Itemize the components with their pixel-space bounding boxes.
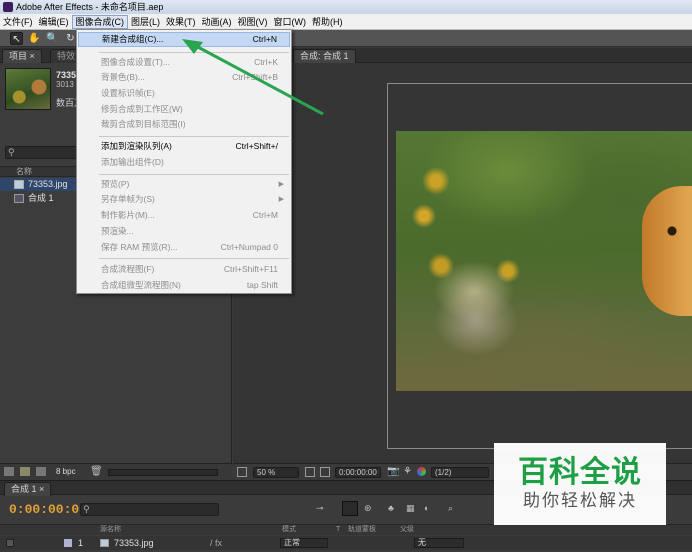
menu-layer[interactable]: 图层(L) [128, 15, 163, 29]
new-folder-icon[interactable] [20, 467, 30, 476]
video-visibility-icon[interactable] [6, 539, 14, 547]
timeline-column-header: 源名称 模式 T 轨道蒙板 父级 [0, 524, 692, 535]
watermark-subtitle: 助你轻松解决 [523, 491, 637, 510]
menu-item-save-frame-as[interactable]: 另存单帧为(S) ▶ [78, 192, 290, 207]
resolution-select[interactable]: (1/2) [431, 467, 489, 478]
image-file-icon [14, 180, 24, 189]
menu-effect[interactable]: 效果(T) [163, 15, 199, 29]
new-composition-icon[interactable] [36, 467, 46, 476]
channel-icon[interactable] [417, 467, 426, 476]
menu-item-add-to-render-queue[interactable]: 添加到渲染队列(A) Ctrl+Shift+/ [78, 139, 290, 154]
selected-item-meta: 3013 [56, 80, 74, 89]
menu-help[interactable]: 帮助(H) [309, 15, 346, 29]
watermark-title: 百科全说 [518, 456, 642, 489]
menu-item-make-movie[interactable]: 制作影片(M)... Ctrl+M [78, 208, 290, 223]
menu-item-composition-settings[interactable]: 图像合成设置(T)... Ctrl+K [78, 55, 290, 70]
menu-item-composition-flowchart[interactable]: 合成流程图(F) Ctrl+Shift+F11 [78, 262, 290, 277]
menu-file[interactable]: 文件(F) [0, 15, 36, 29]
zoom-select[interactable]: 50 % [253, 467, 299, 478]
image-file-icon [100, 539, 109, 547]
fit-region-icon[interactable] [305, 467, 315, 477]
interpret-footage-icon[interactable] [4, 467, 14, 476]
composition-viewer-panel: 合成: 合成 1 50 % 0:00:00:00 📷 ⚘ (1/2) [233, 48, 692, 480]
project-item-label: 73353.jpg [28, 179, 68, 189]
column-mode[interactable]: 模式 [282, 525, 296, 535]
motion-blur-icon[interactable]: ◐ [424, 503, 429, 513]
menu-separator [99, 52, 289, 53]
graph-editor-icon[interactable]: ⌕ [448, 503, 453, 514]
layer-label-color[interactable] [64, 539, 72, 547]
project-item-label: 合成 1 [28, 193, 54, 203]
selected-item-thumbnail [5, 68, 51, 110]
menubar: 文件(F) 编辑(E) 图像合成(C) 图层(L) 效果(T) 动画(A) 视图… [0, 14, 692, 30]
tab-composition[interactable]: 合成: 合成 1 [293, 49, 356, 63]
menu-animation[interactable]: 动画(A) [199, 15, 235, 29]
menu-composition[interactable]: 图像合成(C) [71, 14, 128, 29]
window-title: Adobe After Effects - 未命名项目.aep [16, 2, 164, 12]
project-footer: 8 bpc 🗑 [0, 463, 232, 480]
viewer-timecode[interactable]: 0:00:00:00 [335, 467, 381, 478]
column-source-name[interactable]: 源名称 [100, 525, 121, 535]
search-icon: ⚲ [83, 504, 90, 514]
menu-edit[interactable]: 编辑(E) [36, 15, 72, 29]
composition-dropdown-menu: 新建合成组(C)... Ctrl+N 图像合成设置(T)... Ctrl+K 背景色… [76, 29, 292, 294]
menu-item-add-output-module[interactable]: 添加输出组件(D) [78, 155, 290, 170]
snapshot-icon[interactable]: 📷 [387, 466, 399, 477]
timeline-layer-row[interactable]: 1 73353.jpg / fx 正常 无 [0, 536, 692, 550]
tab-project[interactable]: 项目 × [2, 49, 42, 63]
menu-item-crop-to-region[interactable]: 裁剪合成到目标范围(I) [78, 117, 290, 132]
after-effects-app-icon [3, 2, 13, 12]
column-name-label: 名称 [16, 167, 32, 176]
horizontal-scrollbar[interactable] [108, 469, 218, 476]
cat-in-image [642, 186, 692, 316]
hand-tool-icon[interactable]: ✋ [28, 32, 41, 45]
bit-depth-label[interactable]: 8 bpc [56, 467, 76, 476]
grid-icon[interactable] [320, 467, 330, 477]
compositions-mini-flowchart-icon[interactable]: ⊸ [316, 503, 324, 514]
search-icon: ⚲ [8, 147, 15, 157]
column-t[interactable]: T [336, 525, 340, 535]
project-search-input[interactable]: ⚲ [5, 146, 81, 159]
hide-shy-layers-icon[interactable]: ♣ [388, 503, 394, 513]
menu-item-set-poster-time[interactable]: 设置标识帧(E) [78, 86, 290, 101]
live-update-icon[interactable] [342, 501, 358, 516]
frame-blending-icon[interactable]: ▦ [406, 503, 415, 514]
menu-separator [99, 174, 289, 175]
menu-item-save-ram-preview[interactable]: 保存 RAM 预览(R)... Ctrl+Numpad 0 [78, 240, 290, 255]
menu-window[interactable]: 窗口(W) [271, 15, 310, 29]
menu-item-pre-render[interactable]: 预渲染... [78, 224, 290, 239]
menu-item-preview[interactable]: 预览(P) ▶ [78, 177, 290, 192]
menu-item-background-color[interactable]: 背景色(B)... Ctrl+Shift+B [78, 70, 290, 85]
menu-item-trim-to-work-area[interactable]: 修剪合成到工作区(W) [78, 102, 290, 117]
trash-icon[interactable]: 🗑 [90, 466, 103, 477]
menu-view[interactable]: 视图(V) [235, 15, 271, 29]
menu-separator [99, 136, 289, 137]
timeline-search-input[interactable]: ⚲ [80, 503, 219, 516]
menu-item-new-composition[interactable]: 新建合成组(C)... Ctrl+N [78, 32, 290, 47]
watermark-badge: 百科全说 助你轻松解决 [494, 443, 666, 525]
submenu-arrow-icon: ▶ [278, 181, 284, 188]
timeline-timecode[interactable]: 0:00:00:00 [9, 502, 87, 517]
column-track-matte[interactable]: 轨道蒙板 [348, 525, 376, 535]
layer-switch-fx-icon[interactable]: / fx [210, 536, 222, 550]
viewer-tab-row: 合成: 合成 1 [233, 48, 692, 63]
composition-icon [14, 194, 24, 203]
submenu-arrow-icon: ▶ [278, 196, 284, 203]
tab-timeline-composition[interactable]: 合成 1 × [4, 482, 52, 496]
layer-mode-select[interactable]: 正常 [280, 538, 328, 548]
menu-item-mini-flowchart[interactable]: 合成组微型流程图(N) tap Shift [78, 278, 290, 293]
window-titlebar: Adobe After Effects - 未命名项目.aep [0, 0, 692, 14]
draft-3d-icon[interactable]: ⊛ [364, 503, 372, 514]
always-preview-icon[interactable] [237, 467, 247, 477]
layer-index: 1 [78, 538, 84, 548]
show-snapshot-icon[interactable]: ⚘ [403, 466, 412, 477]
layer-parent-select[interactable]: 无 [414, 538, 464, 548]
column-parent[interactable]: 父级 [400, 525, 414, 535]
composition-image-preview[interactable] [396, 131, 692, 391]
selection-tool-icon[interactable]: ↖ [10, 32, 23, 45]
menu-separator [99, 258, 289, 259]
zoom-tool-icon[interactable]: 🔍 [46, 32, 59, 45]
layer-name[interactable]: 73353.jpg [114, 536, 154, 550]
